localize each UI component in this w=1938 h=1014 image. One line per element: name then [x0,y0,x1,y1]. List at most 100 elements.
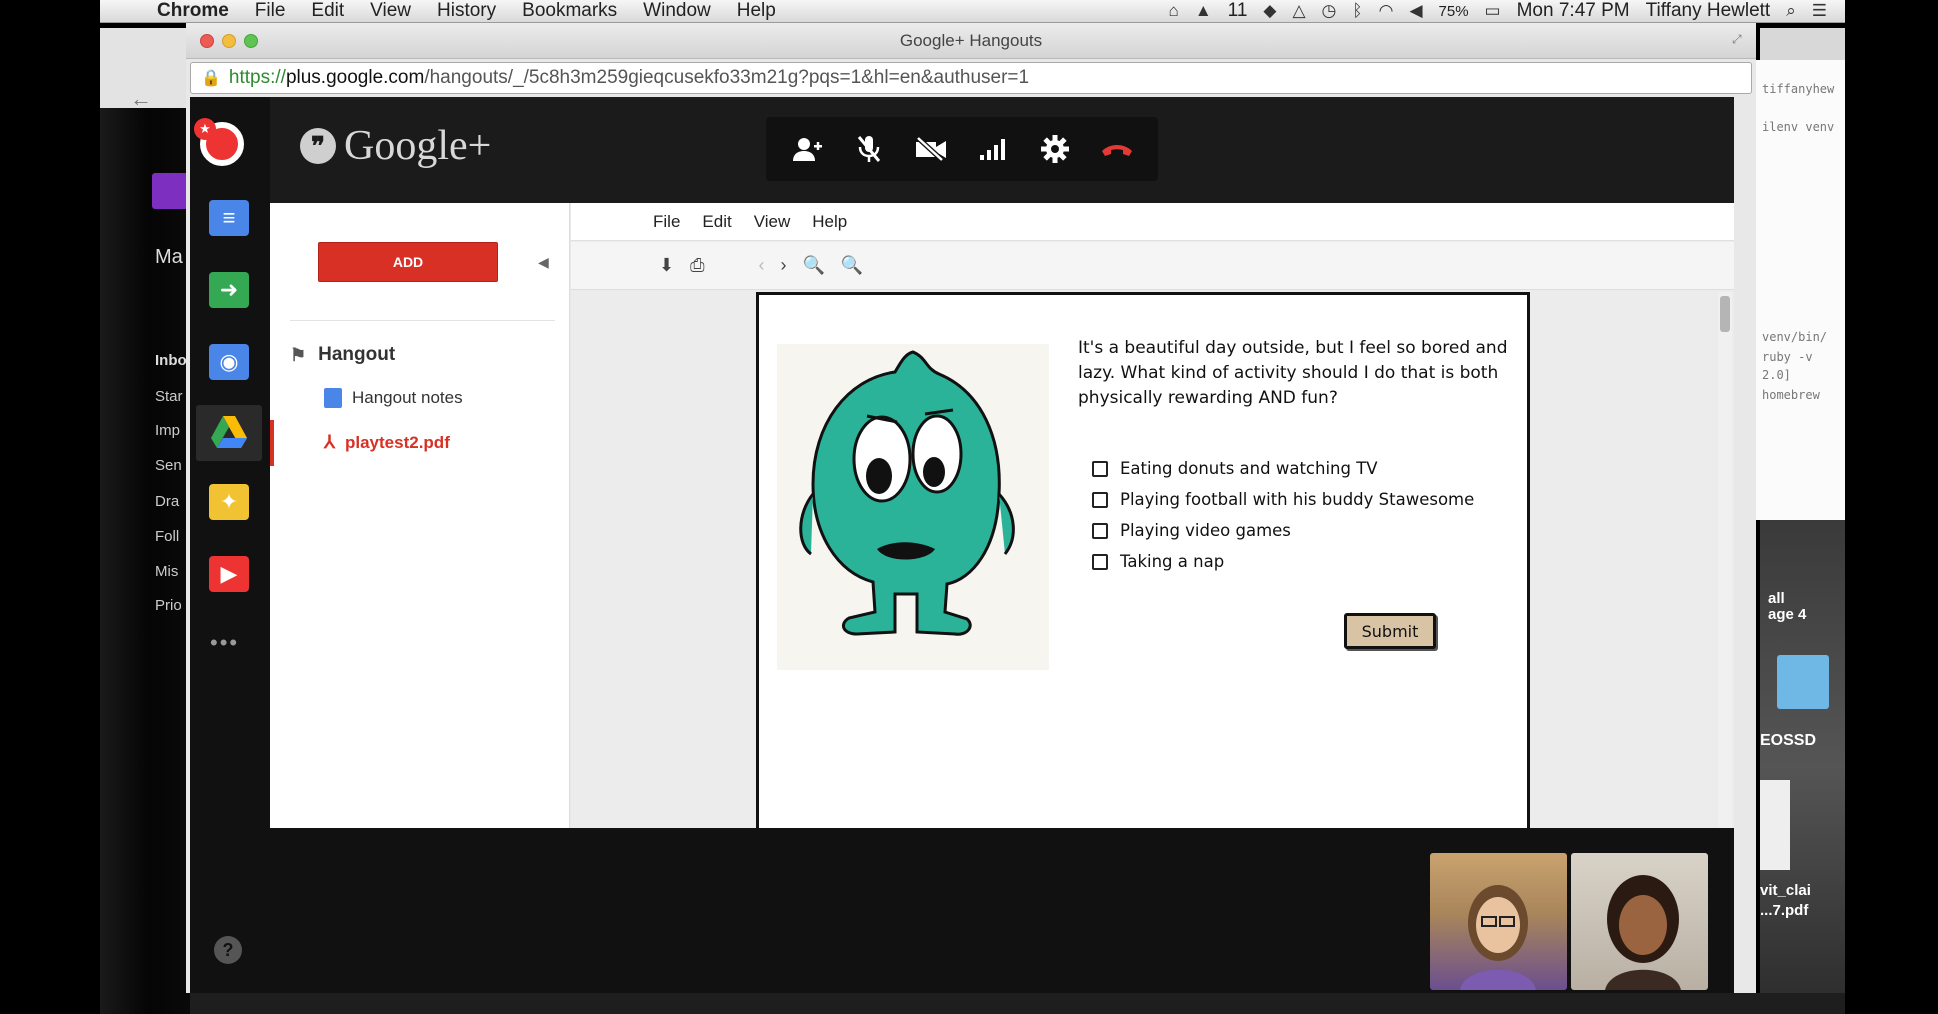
left-label-2: Star [155,388,183,405]
viewer-menu-file[interactable]: File [653,212,680,232]
settings-icon[interactable] [1033,127,1077,171]
menu-view[interactable]: View [357,0,424,22]
desktop-pdf-label-0[interactable]: vit_clai [1760,882,1811,899]
option-row[interactable]: Eating donuts and watching TV [1092,459,1378,478]
drive-icon[interactable]: △ [1292,1,1305,21]
brand-name: Google+ [344,123,492,169]
menu-bookmarks[interactable]: Bookmarks [509,0,630,22]
collapse-sidebar-icon[interactable]: ◀ [538,254,549,271]
bandwidth-icon[interactable] [971,127,1015,171]
option-checkbox[interactable] [1092,553,1108,570]
terminal-line-1: ilenv venv [1762,120,1835,134]
zoom-in-icon[interactable]: 🔍 [841,255,863,276]
youtube-icon[interactable]: ▶ [209,556,249,592]
add-button[interactable]: ADD [318,242,498,282]
time-machine-icon[interactable]: ◷ [1322,1,1337,21]
app-icon[interactable] [152,173,188,209]
sidebar-divider [290,320,555,321]
option-row[interactable]: Taking a nap [1092,552,1224,571]
participant-video-2[interactable] [1571,853,1708,990]
option-row[interactable]: Playing video games [1092,521,1291,540]
flag-icon: ⚑ [290,344,307,365]
left-label-4: Sen [155,457,182,474]
sidebar-item-label: playtest2.pdf [345,432,450,452]
option-label: Taking a nap [1120,552,1225,571]
participant-video-1[interactable] [1430,853,1567,990]
back-arrow-icon[interactable]: ← [130,86,152,112]
viewer-menubar: File Edit View Help [571,203,1734,241]
effects-app-icon[interactable]: ✦ [209,484,249,520]
screenshare-icon[interactable]: ➜ [209,272,249,308]
scrollbar-thumb[interactable] [1720,296,1730,332]
battery-icon[interactable]: ▭ [1485,1,1501,21]
chat-icon[interactable]: ≡ [209,200,249,236]
home-icon[interactable]: ⌂ [1169,1,1179,21]
invite-people-icon[interactable] [785,127,829,171]
desktop-pdf-label-1[interactable]: ...7.pdf [1760,902,1808,919]
mute-mic-icon[interactable] [847,127,891,171]
option-checkbox[interactable] [1092,460,1108,477]
menubar-clock[interactable]: Mon 7:47 PM [1517,0,1630,22]
pdf-file-icon[interactable] [1760,780,1790,870]
call-toolbar [766,117,1158,181]
sidebar-item-pdf[interactable]: ⅄ playtest2.pdf [324,432,450,453]
viewer-scrollbar[interactable] [1718,292,1732,828]
next-page-icon[interactable]: › [781,255,787,276]
option-label: Eating donuts and watching TV [1120,459,1378,478]
selected-indicator [270,420,274,466]
desktop-file-label-1[interactable]: age 4 [1768,606,1806,623]
menubar-status-area: ⌂ ▲ 11 ◆ △ ◷ ᛒ ◠ ◀ 75% ▭ Mon 7:47 PM Tif… [1169,0,1845,22]
menu-help[interactable]: Help [724,0,789,22]
option-label: Playing video games [1120,521,1291,540]
sidebar-item-hangout-notes[interactable]: Hangout notes [324,388,463,408]
option-row[interactable]: Playing football with his buddy Stawesom… [1092,490,1474,509]
url-host: plus.google.com [285,67,425,88]
menu-file[interactable]: File [242,0,299,22]
folder-icon[interactable] [1777,655,1829,709]
hang-up-icon[interactable] [1095,127,1139,171]
submit-button[interactable]: Submit [1344,613,1436,649]
left-label-8: Prio [155,597,182,614]
fullscreen-icon[interactable]: ⤢ [1732,32,1742,47]
menu-app-chrome[interactable]: Chrome [144,0,242,22]
terminal-line-2: venv/bin/ [1762,330,1828,344]
help-icon[interactable]: ? [214,936,242,964]
sidebar-item-label: Hangout notes [352,388,463,407]
address-bar[interactable]: 🔒 https:// plus.google.com /hangouts/_/5… [190,62,1752,94]
prev-page-icon[interactable]: ‹ [759,255,765,276]
terminal-line-5: homebrew [1762,388,1820,402]
camera-off-icon[interactable] [909,127,953,171]
download-icon[interactable]: ⬇ [659,255,674,276]
menubar-user[interactable]: Tiffany Hewlett [1646,0,1771,22]
wifi-icon[interactable]: ◠ [1379,1,1394,21]
google-drive-icon[interactable] [209,414,249,450]
question-text: It's a beautiful day outside, but I feel… [1078,338,1508,408]
url-scheme: https:// [228,67,286,88]
option-checkbox[interactable] [1092,522,1108,539]
capture-icon[interactable]: ◉ [209,344,249,380]
desktop-folder-label[interactable]: EOSSD [1760,732,1816,750]
viewer-menu-view[interactable]: View [754,212,791,232]
spotlight-search-icon[interactable]: ⌕ [1786,1,1796,21]
battery-percent: 75% [1438,2,1469,20]
zoom-out-icon[interactable]: 🔍 [803,255,825,276]
option-checkbox[interactable] [1092,491,1108,508]
terminal-line-3: ruby -v [1762,350,1813,364]
desktop-file-label-0[interactable]: all [1768,590,1785,607]
more-apps-icon[interactable]: ••• [210,630,239,656]
viewer-menu-edit[interactable]: Edit [702,212,731,232]
adobe-icon[interactable]: ▲ [1195,1,1212,21]
left-label-3: Imp [155,422,181,439]
left-label-5: Dra [155,493,180,510]
print-icon[interactable]: ⎙ [690,255,704,276]
effects-icon[interactable]: ★ [194,118,216,140]
menu-history[interactable]: History [424,0,509,22]
left-label-0: Ma [155,246,183,268]
volume-icon[interactable]: ◀ [1409,1,1422,21]
dropbox-icon[interactable]: ◆ [1263,1,1276,21]
bluetooth-icon[interactable]: ᛒ [1352,1,1362,21]
menu-edit[interactable]: Edit [298,0,357,22]
notification-center-icon[interactable]: ☰ [1812,1,1827,21]
menu-window[interactable]: Window [630,0,724,22]
viewer-menu-help[interactable]: Help [812,212,847,232]
